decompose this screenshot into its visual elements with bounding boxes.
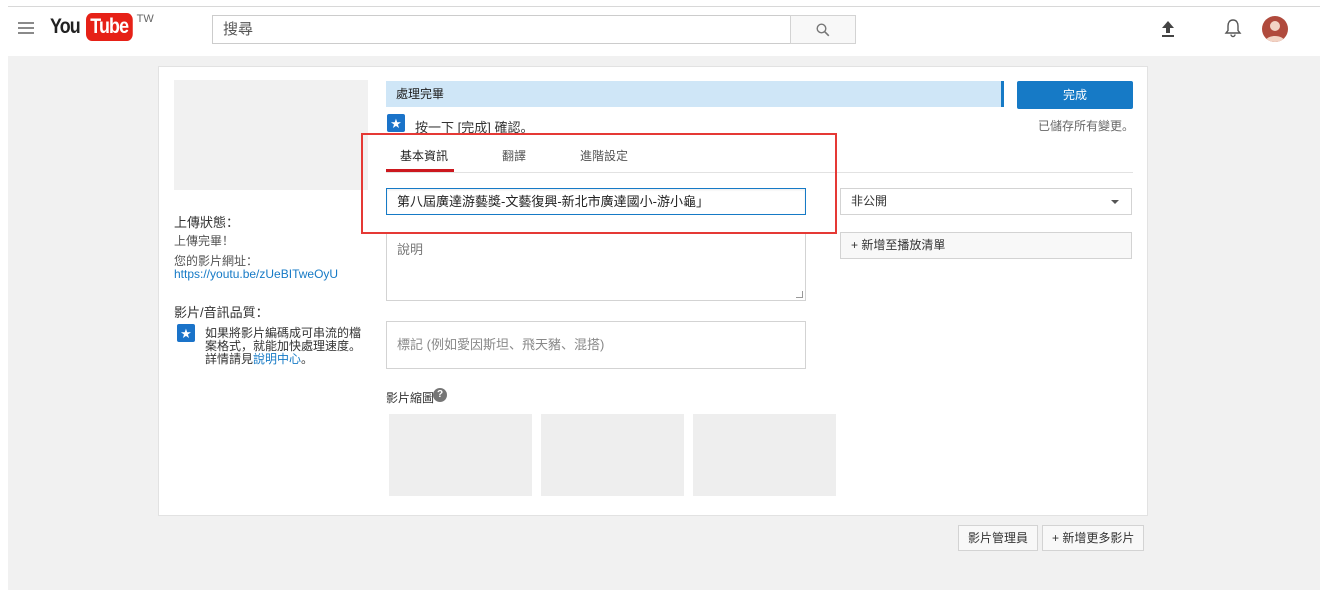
avatar[interactable]	[1262, 16, 1288, 42]
privacy-value: 非公開	[851, 194, 888, 208]
processing-status-text: 處理完畢	[396, 87, 445, 101]
upload-icon[interactable]	[1161, 20, 1175, 38]
help-icon[interactable]: ?	[433, 388, 447, 402]
top-divider	[8, 6, 1320, 7]
masthead: You Tube TW 搜尋	[0, 0, 1320, 56]
star-icon: ★	[177, 324, 195, 342]
add-more-videos-button[interactable]: + 新增更多影片	[1042, 525, 1145, 551]
tags-input[interactable]: 標記 (例如愛因斯坦、飛天豬、混搭)	[386, 321, 806, 369]
quality-note: 如果將影片編碼成可串流的檔案格式，就能加快處理速度。詳情請見說明中心。	[205, 327, 370, 366]
logo-you-text: You	[50, 15, 81, 38]
search-input[interactable]: 搜尋	[212, 15, 790, 44]
progress-bar-end	[1001, 81, 1004, 107]
help-center-link[interactable]: 說明中心	[253, 352, 301, 366]
search-button[interactable]	[790, 15, 856, 44]
upload-status-text: 上傳完畢！	[174, 234, 235, 248]
add-to-playlist-button[interactable]: + 新增至播放清單	[840, 232, 1132, 259]
description-placeholder: 說明	[397, 242, 424, 257]
thumbnail-option[interactable]	[693, 414, 836, 496]
quality-note-end: 。	[301, 352, 314, 366]
video-url-link[interactable]: https://youtu.be/zUeBITweOyU	[174, 267, 338, 281]
bell-icon[interactable]	[1224, 18, 1242, 38]
thumbnail-option[interactable]	[541, 414, 684, 496]
upload-status-heading: 上傳狀態：	[174, 215, 240, 230]
thumbnails-label: 影片縮圖	[386, 391, 435, 405]
highlight-annotation	[361, 133, 837, 234]
avatar-person-icon	[1265, 21, 1285, 42]
star-icon: ★	[387, 114, 405, 132]
dropdown-caret-icon	[1111, 200, 1119, 204]
resize-handle-icon[interactable]	[796, 291, 803, 298]
youtube-logo[interactable]: You Tube TW	[50, 12, 154, 42]
quality-heading: 影片/音訊品質：	[174, 305, 269, 320]
description-textarea[interactable]: 說明	[386, 232, 806, 301]
menu-icon[interactable]	[18, 22, 34, 34]
video-preview-thumbnail	[174, 80, 368, 190]
logo-region-code: TW	[136, 13, 154, 25]
privacy-select[interactable]: 非公開	[840, 188, 1132, 215]
done-button[interactable]: 完成	[1017, 81, 1133, 109]
saved-status-text: 已儲存所有變更。	[1037, 119, 1134, 133]
logo-tube-text: Tube	[86, 13, 133, 41]
search-icon	[816, 22, 830, 36]
video-manager-button[interactable]: 影片管理員	[958, 525, 1039, 551]
processing-status-bar: 處理完畢	[386, 81, 1004, 107]
thumbnail-option[interactable]	[389, 414, 532, 496]
